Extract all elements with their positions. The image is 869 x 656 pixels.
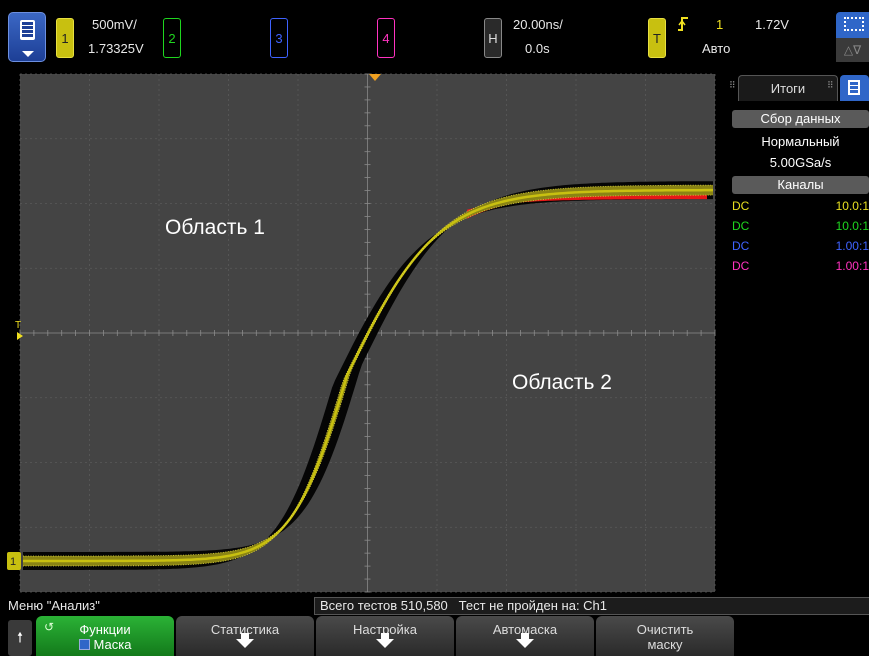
ch1-scale: 500mV/ [92, 17, 137, 32]
channel-probe-ratio: 10.0:1 [835, 199, 869, 213]
waveform-display[interactable]: T 1 Область 1 Область 2 [7, 72, 724, 594]
checkbox-icon [78, 639, 90, 650]
acquisition-header: Сбор данных [732, 110, 869, 128]
softkey-functions-value: Маска [36, 637, 174, 652]
total-tests: Всего тестов 510,580 [320, 598, 448, 613]
sample-rate: 5.00GSa/s [769, 155, 832, 170]
tab-grip-icon: ⠿ [827, 80, 834, 90]
rising-edge-icon [678, 16, 688, 35]
trigger-button[interactable]: T [648, 18, 666, 58]
softkey-setup[interactable]: Настройка [316, 616, 454, 656]
channel-probe-ratio: 1.00:1 [835, 239, 869, 253]
channel-3-button[interactable]: 3 [270, 18, 288, 58]
measure-delta-icon[interactable]: △∇ [836, 38, 869, 62]
channel-coupling: DC [732, 239, 750, 253]
status-line: Меню "Анализ" Всего тестов 510,580 Тест … [0, 597, 869, 615]
tab-grip-icon: ⠿ [729, 80, 736, 90]
tab-document[interactable] [840, 75, 869, 101]
main-menu-button[interactable] [8, 12, 46, 62]
softkey-clear-mask-label: Очистить [636, 622, 694, 637]
softkey-functions-label: Функции [79, 622, 131, 637]
trigger-mode: Авто [702, 41, 731, 56]
document-menu-icon [20, 20, 35, 40]
channel-4-button[interactable]: 4 [377, 18, 395, 58]
softkey-automask[interactable]: Автомаска [456, 616, 594, 656]
tab-summary[interactable]: Итоги [738, 75, 838, 101]
rotary-knob-icon: ↺ [44, 620, 55, 634]
softkey-clear-mask-label-2: маску [647, 637, 683, 652]
horizontal-delay: 0.0s [525, 41, 550, 56]
channel-1-button[interactable]: 1 [56, 18, 74, 58]
ground-marker-label: 1 [10, 556, 16, 568]
trigger-level: 1.72V [755, 17, 789, 32]
acquisition-mode: Нормальный [761, 134, 840, 149]
graticule: T 1 [7, 73, 716, 593]
menu-name: Меню "Анализ" [8, 598, 100, 613]
softkey-statistics[interactable]: Статистика [176, 616, 314, 656]
ch1-offset: 1.73325V [88, 41, 144, 56]
channel-probe-ratio: 10.0:1 [835, 219, 869, 233]
trigger-source: 1 [716, 17, 724, 32]
trigger-level-label: T [15, 320, 21, 331]
document-icon [848, 80, 860, 95]
softkey-clear-mask[interactable]: Очистить маску [596, 616, 734, 656]
channel-probe-ratio: 1.00:1 [835, 259, 869, 273]
channel-1-ground-marker[interactable]: 1 [7, 552, 21, 570]
top-bar: 1 500mV/ 1.73325V 2 3 4 H 20.00ns/ 0.0s … [0, 0, 869, 70]
up-arrow-icon: 🠕 [16, 629, 23, 645]
channels-header: Каналы [732, 176, 869, 194]
region-2-label: Область 2 [512, 371, 612, 394]
zoom-select-icon [844, 17, 864, 31]
down-arrow-icon [376, 633, 394, 648]
softkey-bar: 🠕 ↺ Функции Маска Статистика Настройка А… [0, 616, 869, 656]
horizontal-scale: 20.00ns/ [513, 17, 563, 32]
horizontal-button[interactable]: H [484, 18, 502, 58]
side-tabs: ⠿ Итоги ⠿ [724, 72, 869, 102]
channel-coupling: DC [732, 259, 750, 273]
chevron-down-icon [22, 51, 34, 57]
softkey-functions[interactable]: ↺ Функции Маска [36, 616, 174, 656]
back-button[interactable]: 🠕 [8, 620, 32, 656]
down-arrow-icon [516, 633, 534, 648]
channel-coupling: DC [732, 199, 750, 213]
region-1-label: Область 1 [165, 216, 265, 239]
zoom-cursor-button[interactable]: △∇ [836, 12, 869, 62]
channel-coupling: DC [732, 219, 750, 233]
mask-test-status: Всего тестов 510,580 Тест не пройден на:… [314, 597, 869, 615]
side-panel: ⠿ Итоги ⠿ Сбор данных Нормальный 5.00GSa… [724, 72, 869, 594]
failed-channel: Тест не пройден на: Ch1 [458, 598, 608, 613]
channel-2-button[interactable]: 2 [163, 18, 181, 58]
down-arrow-icon [236, 633, 254, 648]
